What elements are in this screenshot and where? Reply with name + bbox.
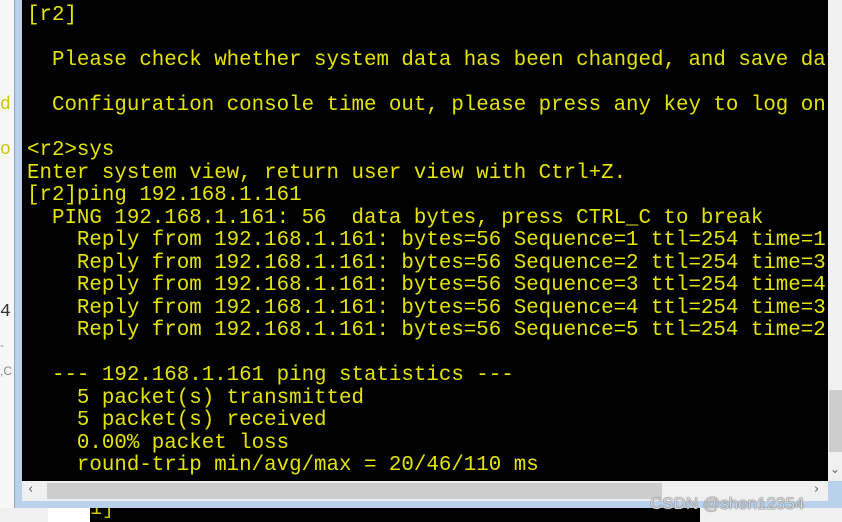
- terminal-line: PING 192.168.1.161: 56 data bytes, press…: [27, 206, 764, 230]
- background-text: o: [0, 140, 11, 160]
- terminal-line: Configuration console time out, please p…: [27, 94, 826, 117]
- terminal-line: Please check whether system data has bee…: [27, 49, 828, 72]
- vertical-scrollbar[interactable]: ⌄: [828, 0, 842, 481]
- background-text: 4: [0, 302, 11, 322]
- terminal-line: Reply from 192.168.1.161: bytes=56 Seque…: [27, 319, 826, 342]
- horizontal-scroll-thumb[interactable]: [47, 483, 662, 499]
- terminal-line: --- 192.168.1.161 ping statistics ---: [27, 364, 514, 387]
- background-window: [0, 0, 14, 522]
- terminal-console[interactable]: [r2] Please check whether system data ha…: [22, 0, 828, 481]
- terminal-line: Enter system view, return user view with…: [27, 161, 627, 185]
- terminal-line: 0.00% packet loss: [27, 431, 290, 455]
- chevron-down-icon[interactable]: ⌄: [830, 462, 840, 476]
- background-panel: [48, 508, 90, 522]
- background-text: ,C: [0, 364, 12, 378]
- terminal-line: [r2]: [27, 4, 77, 27]
- terminal-output: [r2] Please check whether system data ha…: [27, 4, 828, 478]
- vertical-scroll-thumb[interactable]: [829, 390, 842, 452]
- watermark: CSDN @shen12354: [650, 494, 805, 513]
- background-terminal: 1]: [90, 508, 700, 522]
- terminal-line: 5 packet(s) received: [27, 409, 327, 432]
- background-text: d: [0, 95, 11, 115]
- terminal-line: Reply from 192.168.1.161: bytes=56 Seque…: [27, 274, 826, 297]
- chevron-right-icon[interactable]: ›: [814, 482, 819, 497]
- terminal-line: <r2>sys: [27, 139, 115, 162]
- terminal-line: Reply from 192.168.1.161: bytes=56 Seque…: [27, 296, 826, 320]
- background-text: 1]: [90, 508, 115, 521]
- terminal-line: round-trip min/avg/max = 20/46/110 ms: [27, 454, 539, 477]
- terminal-line: 5 packet(s) transmitted: [27, 386, 364, 410]
- terminal-line: Reply from 192.168.1.161: bytes=56 Seque…: [27, 229, 826, 252]
- chevron-left-icon[interactable]: ‹: [28, 482, 33, 497]
- terminal-line: Reply from 192.168.1.161: bytes=56 Seque…: [27, 251, 826, 275]
- background-text: -: [0, 338, 4, 352]
- terminal-line: [r2]ping 192.168.1.161: [27, 184, 302, 207]
